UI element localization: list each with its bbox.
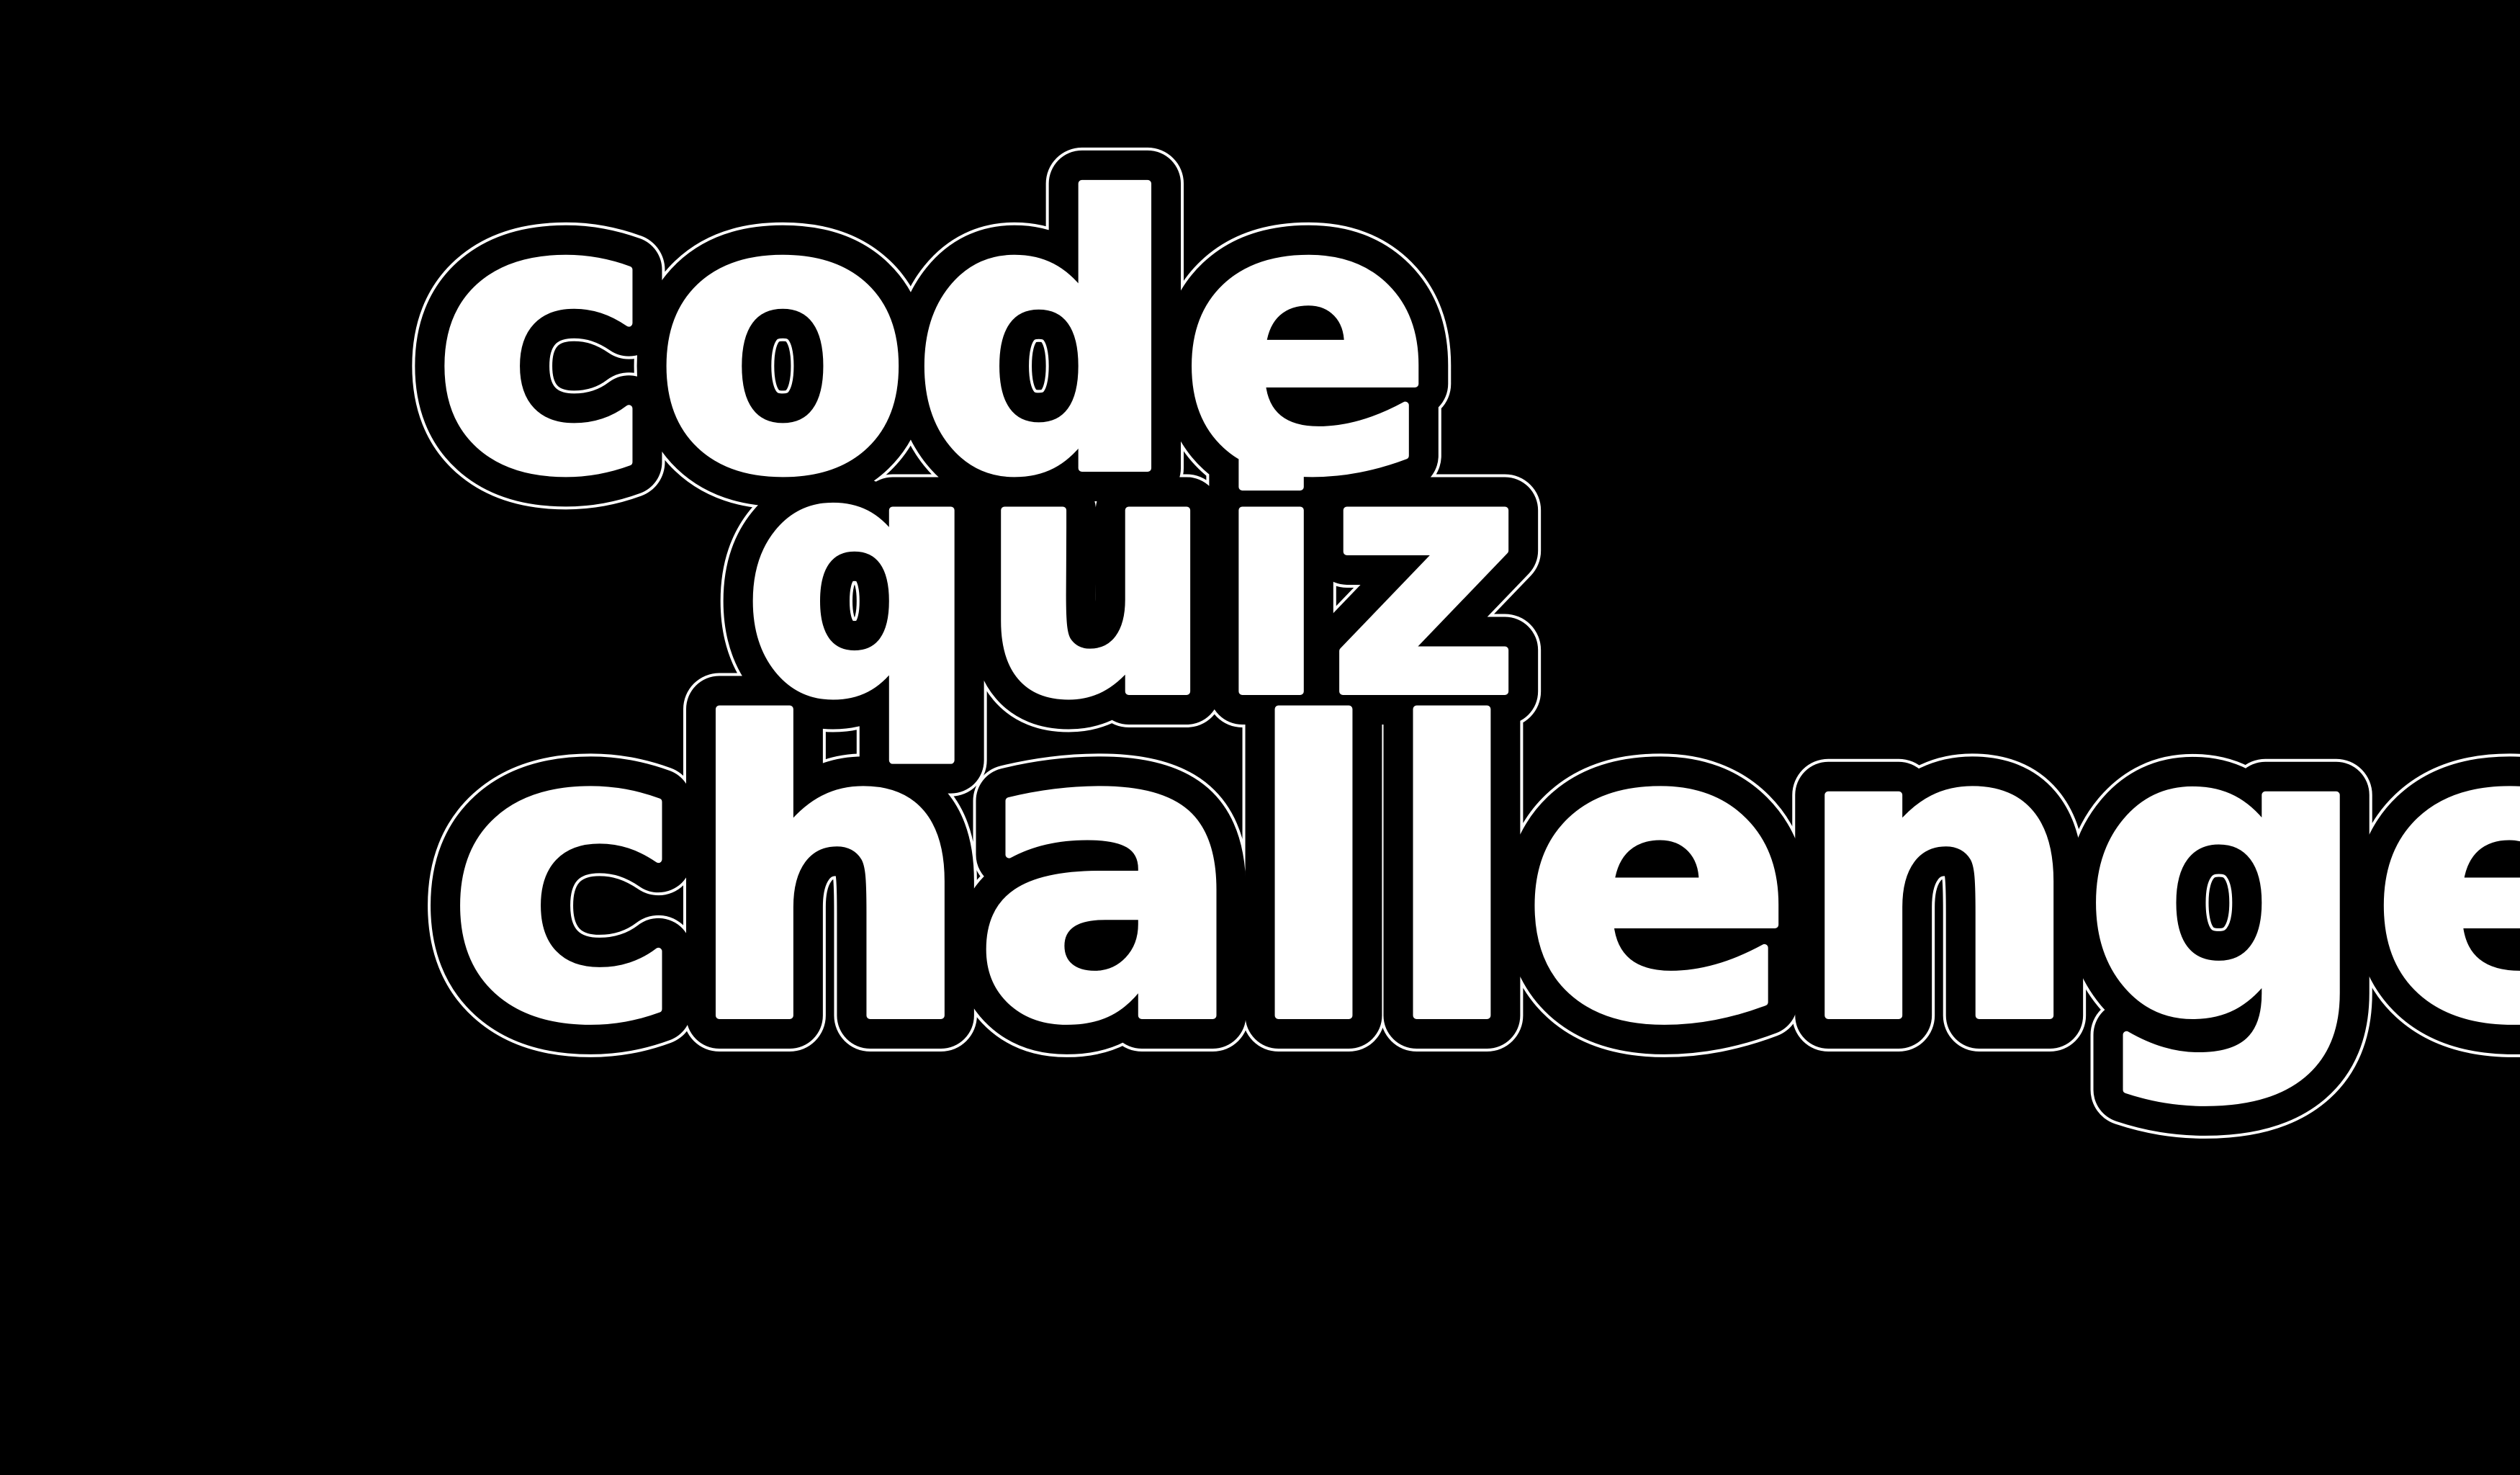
logo-lettering: code quiz challenge [428, 117, 2520, 1115]
logo-word-challenge: challenge [446, 642, 2520, 1111]
code-quiz-challenge-logo: code quiz challenge code quiz challenge … [396, 84, 2520, 1147]
title-screen: code quiz challenge code quiz challenge … [0, 0, 2520, 1475]
